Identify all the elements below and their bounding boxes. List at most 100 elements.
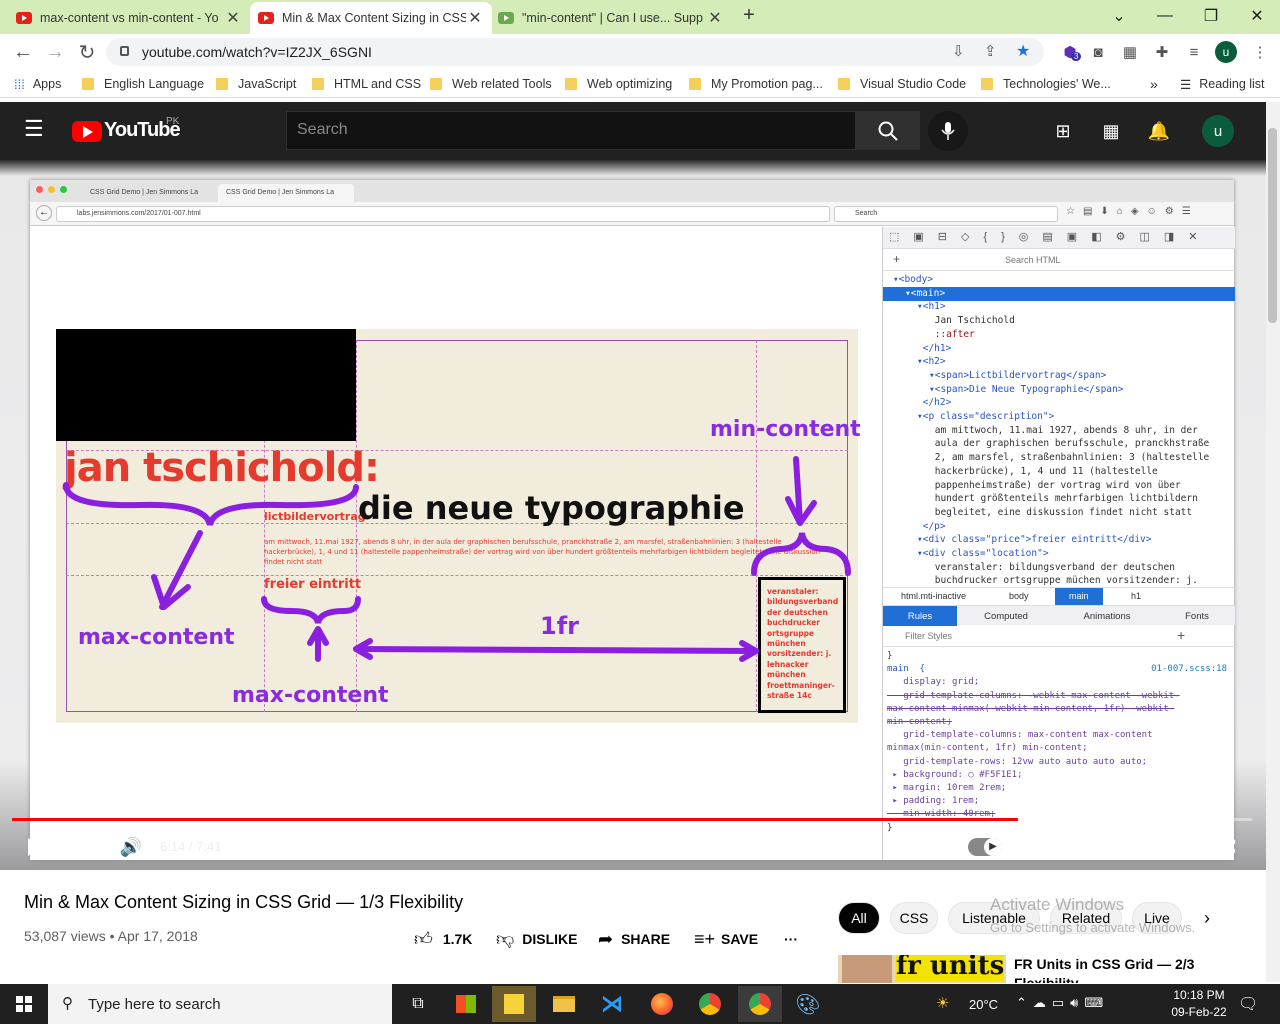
install-icon[interactable]: ⇩ — [952, 42, 965, 60]
new-tab-button[interactable]: + — [736, 4, 762, 30]
forward-icon[interactable]: → — [40, 37, 70, 67]
browser-tab-active[interactable]: Min & Max Content Sizing in CSS ✕ — [250, 2, 492, 34]
clock-time[interactable]: 10:18 PM — [1168, 988, 1230, 1002]
close-window-icon[interactable]: ✕ — [1234, 0, 1280, 32]
video-progress-bar[interactable] — [12, 818, 1252, 821]
dislike-button[interactable]: 👎︎ DISLIKE — [496, 928, 578, 950]
lock-icon — [120, 46, 129, 56]
vscode-app-icon[interactable]: ⋊ — [590, 986, 634, 1022]
browser-tab[interactable]: max-content vs min-content - Yo ✕ — [8, 2, 250, 34]
voice-search-button[interactable] — [928, 111, 968, 151]
chrome-active-app-icon[interactable] — [738, 986, 782, 1022]
browser-menu-icon[interactable]: ⋮ — [1246, 38, 1274, 66]
youtube-icon — [258, 12, 274, 24]
extension-icon[interactable]: ⬢ 3 — [1056, 38, 1084, 66]
profile-avatar[interactable]: u — [1215, 41, 1237, 63]
tab-title: max-content vs min-content - Yo — [40, 11, 219, 25]
settings-gear-icon[interactable]: ⚙ — [1070, 832, 1100, 862]
bookmark-folder[interactable]: JavaScript — [216, 75, 296, 93]
notifications-bell-icon[interactable]: 🔔 — [1144, 116, 1174, 146]
bookmarks-overflow[interactable]: » — [1150, 75, 1158, 93]
breadcrumb-item-selected: main — [1055, 588, 1103, 606]
video-player[interactable]: CSS Grid Demo | Jen Simmons La CSS Grid … — [0, 160, 1266, 870]
windows-start-button[interactable] — [0, 984, 48, 1024]
bookmark-folder[interactable]: Web related Tools — [430, 75, 552, 93]
bookmark-star-icon[interactable]: ★ — [1016, 41, 1030, 61]
sticky-notes-app-icon[interactable] — [492, 986, 536, 1022]
notification-center-icon[interactable]: 🗨︎ — [1238, 994, 1258, 1014]
bookmark-label: Visual Studio Code — [860, 77, 967, 91]
weather-icon[interactable]: ☀ — [936, 994, 949, 1012]
store-app-icon[interactable] — [444, 986, 488, 1022]
create-video-icon[interactable]: ⊞ — [1048, 116, 1078, 146]
share-button[interactable]: ➦ SHARE — [598, 928, 670, 950]
bookmark-apps[interactable]: ⁞⁞⁞ Apps — [14, 75, 61, 93]
markup-node: ▾<span>Die Neue Typographie</span> — [929, 383, 1124, 395]
reading-list-button[interactable]: ☰ Reading list — [1180, 75, 1265, 93]
theater-mode-icon[interactable]: ▭ — [1166, 832, 1196, 862]
restore-icon[interactable]: ❐ — [1188, 0, 1234, 32]
youtube-avatar[interactable]: u — [1202, 115, 1234, 147]
firefox-app-icon[interactable] — [640, 986, 684, 1022]
css-rule-line: min-content; — [887, 717, 953, 727]
file-explorer-app-icon[interactable] — [542, 986, 586, 1022]
save-button[interactable]: ≡+ SAVE — [694, 928, 758, 950]
bookmark-folder[interactable]: English Language — [82, 75, 204, 93]
markup-node: ▾<span>Lictbildervortrag</span> — [929, 369, 1107, 381]
hamburger-menu-icon[interactable]: ☰ — [24, 116, 48, 146]
extension-grey-icon[interactable]: ▦ — [1116, 38, 1144, 66]
bookmark-folder[interactable]: Web optimizing — [565, 75, 672, 93]
autoplay-toggle[interactable]: ▶ — [968, 838, 1002, 856]
devtools-toolbar: ⬚▣⊟◇{}◎▤▣◧⚙◫◨✕ — [883, 227, 1235, 249]
paint-app-icon[interactable]: 🎨︎ — [786, 986, 830, 1022]
share-icon[interactable]: ⇪ — [984, 42, 997, 60]
skip-next-glyph-icon — [76, 840, 91, 854]
related-video-thumbnail[interactable]: fr units — [838, 955, 1006, 983]
more-actions-button[interactable]: ··· — [784, 928, 798, 950]
folder-icon — [565, 78, 577, 90]
fullscreen-icon[interactable]: ⛶ — [1214, 832, 1244, 862]
reload-icon[interactable]: ↻ — [72, 37, 102, 67]
address-bar[interactable]: youtube.com/watch?v=IZ2JX_6SGNI ⇩ ⇪ ★ — [106, 38, 1044, 66]
back-icon[interactable]: ← — [8, 37, 38, 67]
taskbar-search-box[interactable]: ⚲ Type here to search — [48, 984, 392, 1024]
bookmark-folder[interactable]: Visual Studio Code — [838, 75, 966, 93]
chip-all[interactable]: All — [838, 902, 880, 934]
clock-date[interactable]: 09-Feb-22 — [1168, 1005, 1230, 1019]
close-tab-icon[interactable]: ✕ — [224, 8, 242, 28]
autoplay-play-icon: ▶ — [984, 838, 1002, 856]
chips-next-chevron-icon[interactable]: › — [1204, 908, 1210, 929]
next-video-icon[interactable] — [68, 832, 98, 862]
camera-icon[interactable]: ◙ — [1084, 38, 1112, 66]
embedded-firefox-window: CSS Grid Demo | Jen Simmons La CSS Grid … — [30, 180, 1235, 860]
chrome-app-icon[interactable] — [688, 986, 732, 1022]
puzzle-icon[interactable]: ✚ — [1148, 38, 1176, 66]
media-control-icon[interactable]: ≡ — [1180, 38, 1208, 66]
youtube-search-button[interactable] — [856, 111, 920, 150]
bookmark-folder[interactable]: My Promotion pag... — [689, 75, 823, 93]
bookmark-folder[interactable]: Technologies' We... — [981, 75, 1111, 93]
task-view-icon[interactable]: ⧉ — [396, 986, 440, 1022]
related-video-title[interactable]: FR Units in CSS Grid — 2/3 Flexibility — [1014, 955, 1214, 983]
css-rule-line: grid-template-columns: -webkit-max-conte… — [887, 690, 1180, 701]
play-icon[interactable] — [20, 832, 50, 862]
chip-css[interactable]: CSS — [890, 902, 938, 934]
reading-list-label: Reading list — [1199, 77, 1265, 91]
bookmark-folder[interactable]: HTML and CSS — [312, 75, 421, 93]
captions-icon[interactable]: CC — [1022, 832, 1052, 862]
tray-icons[interactable]: ⌃☁▭🔊︎⌨ — [1016, 995, 1109, 1011]
minimize-icon[interactable]: — — [1142, 0, 1188, 32]
region-code: PK — [166, 116, 180, 127]
youtube-logo-icon[interactable] — [72, 121, 102, 142]
tab-search-chevron-icon[interactable]: ⌄ — [1096, 0, 1142, 32]
weather-temp[interactable]: 20°C — [969, 997, 998, 1012]
browser-tab[interactable]: "min-content" | Can I use... Supp ✕ — [490, 2, 732, 34]
miniplayer-icon[interactable]: ▣ — [1118, 832, 1148, 862]
close-tab-icon[interactable]: ✕ — [466, 8, 484, 28]
close-tab-icon[interactable]: ✕ — [706, 8, 724, 28]
youtube-search-input[interactable]: Search — [286, 111, 856, 150]
volume-icon[interactable]: 🔊 — [116, 832, 146, 862]
youtube-apps-icon[interactable]: ▦ — [1096, 116, 1126, 146]
like-button[interactable]: 👍︎ 1.7K — [414, 928, 472, 950]
scrollbar-thumb[interactable] — [1268, 128, 1277, 323]
